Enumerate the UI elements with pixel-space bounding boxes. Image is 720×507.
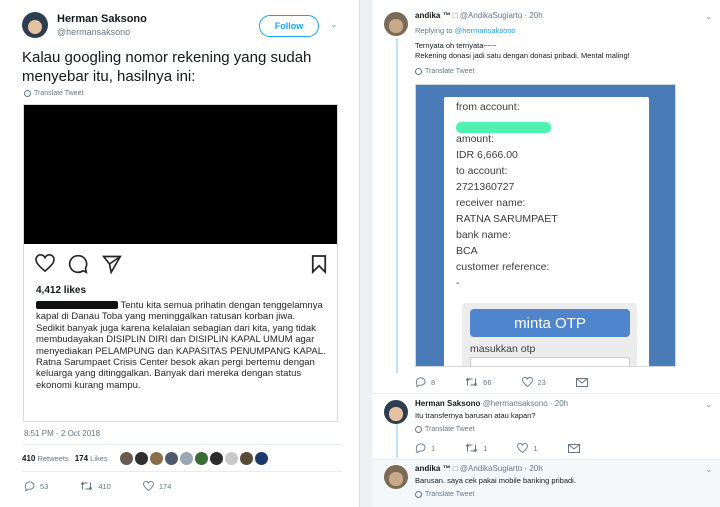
liker-avatar[interactable] (119, 451, 133, 465)
avatar[interactable] (22, 12, 48, 38)
liker-avatar[interactable] (134, 451, 148, 465)
reply-text: Barusan. saya cek pakai mobile banking p… (415, 476, 576, 485)
instagram-embed[interactable]: 4,412 likes Tentu kita semua prihatin de… (23, 104, 338, 422)
attached-image[interactable]: from account: amount: IDR 6,666.00 to ac… (415, 84, 676, 367)
reply-header[interactable]: Herman Saksono @hermansaksono · 20h (415, 399, 568, 408)
translate-label: Translate Tweet (34, 90, 84, 97)
reply-header[interactable]: andika ™ □ @AndikaSugiarto · 20h (415, 464, 543, 473)
redacted-username (36, 301, 118, 310)
globe-icon (415, 68, 422, 75)
reply-icon (24, 481, 35, 491)
banking-screenshot: from account: amount: IDR 6,666.00 to ac… (444, 97, 649, 366)
liker-avatars[interactable] (119, 451, 268, 465)
retweet-action[interactable]: 410 (80, 481, 111, 491)
avatar[interactable] (384, 400, 408, 424)
retweet-icon (80, 481, 93, 491)
replies-pane: andika ™ □ @AndikaSugiarto · 20h ⌄ Reply… (372, 0, 720, 507)
liker-avatar[interactable] (209, 451, 223, 465)
reply-header[interactable]: andika ™ □ @AndikaSugiarto · 20h (415, 11, 543, 20)
pane-divider (360, 0, 372, 507)
chevron-down-icon[interactable]: ⌄ (705, 399, 713, 410)
liker-avatar[interactable] (254, 451, 268, 465)
bookmark-icon[interactable] (311, 254, 327, 274)
retweets-stat[interactable]: 410 Retweets (22, 454, 69, 463)
tweet-author[interactable]: Herman Saksono @hermansaksono (22, 12, 147, 38)
author-handle[interactable]: @hermansaksono (57, 27, 147, 37)
envelope-icon (567, 443, 580, 453)
reply-action[interactable]: 53 (24, 481, 48, 491)
translate-tweet-link[interactable]: Translate Tweet (415, 491, 474, 498)
chevron-down-icon[interactable]: ⌄ (705, 11, 713, 22)
retweet-action[interactable]: 66 (465, 377, 492, 387)
message-action[interactable] (567, 443, 585, 453)
envelope-icon (575, 377, 588, 387)
thread-line (396, 424, 398, 458)
liker-avatar[interactable] (194, 451, 208, 465)
chevron-down-icon[interactable]: ⌄ (705, 464, 713, 475)
reply-actions: 1 1 1 (415, 443, 585, 453)
thread-line (396, 38, 398, 373)
reply-action[interactable]: 1 (415, 443, 435, 453)
liker-avatar[interactable] (239, 451, 253, 465)
otp-input (470, 357, 630, 366)
globe-icon (415, 491, 422, 498)
translate-tweet-link[interactable]: Translate Tweet (415, 68, 474, 75)
main-tweet-pane: Herman Saksono @hermansaksono Follow ⌄ K… (0, 0, 360, 507)
avatar[interactable] (384, 12, 408, 36)
post-image[interactable] (24, 105, 337, 244)
tweet-actions: 53 410 174 (24, 481, 171, 491)
share-icon[interactable] (102, 254, 122, 274)
likes-stat[interactable]: 174 Likes (75, 454, 108, 463)
retweet-icon (465, 377, 478, 387)
reply-text: Replying to @hermansaksono Ternyata oh t… (415, 26, 630, 60)
translate-tweet-link[interactable]: Translate Tweet (415, 426, 474, 433)
heart-icon[interactable] (35, 254, 55, 272)
reply-text: Itu transfernya barusan atau kapan? (415, 411, 536, 420)
heart-icon (517, 443, 529, 453)
like-action[interactable]: 23 (521, 377, 546, 387)
like-action[interactable]: 174 (142, 481, 171, 491)
tweet-timestamp[interactable]: 8:51 PM - 2 Oct 2018 (24, 429, 100, 438)
otp-button: minta OTP (470, 309, 630, 337)
reply-action[interactable]: 8 (415, 377, 435, 387)
like-action[interactable]: 1 (517, 443, 538, 453)
tweet-text: Kalau googling nomor rekening yang sudah… (22, 49, 312, 85)
chevron-down-icon[interactable]: ⌄ (330, 19, 338, 30)
redaction-mark (456, 122, 551, 133)
comment-icon[interactable] (68, 254, 88, 274)
likes-count[interactable]: 4,412 likes (36, 285, 86, 296)
post-caption: Tentu kita semua prihatin dengan tenggel… (36, 300, 326, 391)
follow-button[interactable]: Follow (259, 15, 319, 37)
reply-actions: 8 66 23 (415, 377, 593, 387)
tweet-stats: 410 Retweets 174 Likes (22, 444, 342, 472)
message-action[interactable] (575, 377, 593, 387)
liker-avatar[interactable] (224, 451, 238, 465)
globe-icon (415, 426, 422, 433)
liker-avatar[interactable] (179, 451, 193, 465)
avatar[interactable] (384, 465, 408, 489)
heart-icon (521, 377, 533, 387)
globe-icon (24, 90, 31, 97)
liker-avatar[interactable] (164, 451, 178, 465)
translate-tweet-link[interactable]: Translate Tweet (24, 90, 83, 97)
retweet-action[interactable]: 1 (465, 443, 487, 453)
retweet-icon (465, 443, 478, 453)
mention-link[interactable]: @hermansaksono (455, 26, 516, 35)
liker-avatar[interactable] (149, 451, 163, 465)
reply-icon (415, 377, 426, 387)
reply-icon (415, 443, 426, 453)
author-name[interactable]: Herman Saksono (57, 13, 147, 25)
heart-icon (142, 481, 154, 491)
